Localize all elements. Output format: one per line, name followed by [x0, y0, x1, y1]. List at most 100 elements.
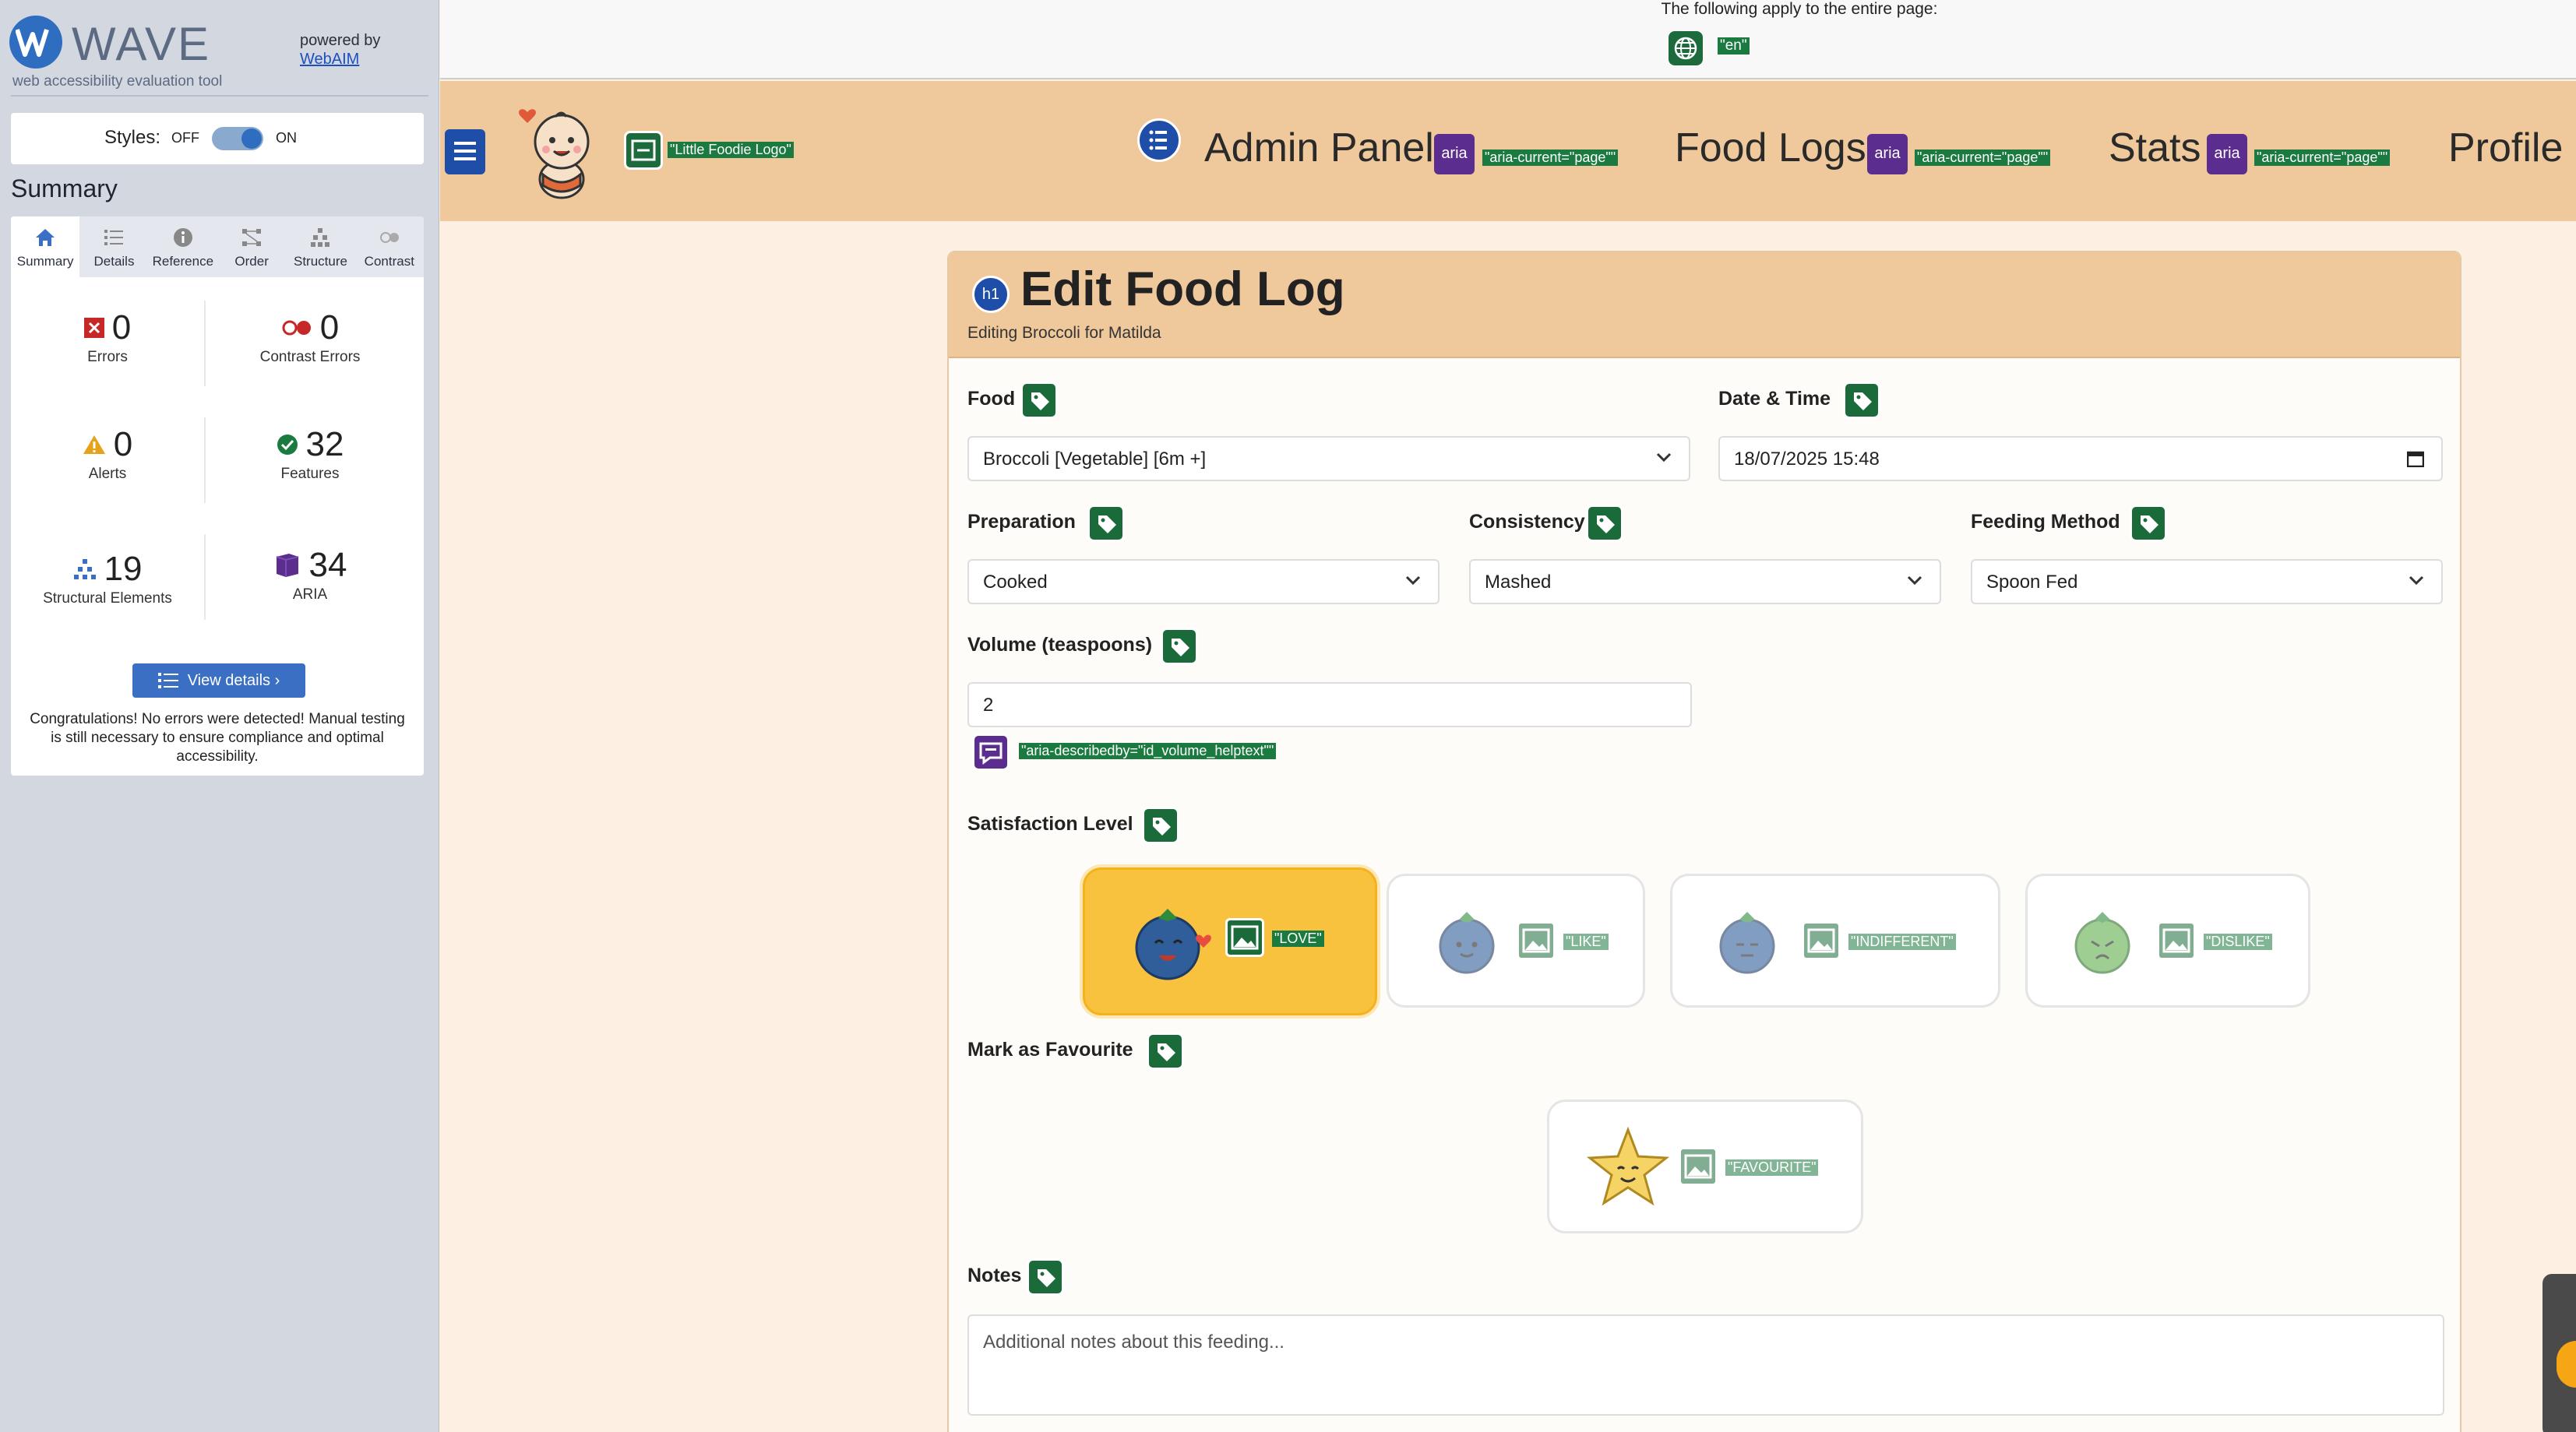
webaim-link[interactable]: WebAIM: [300, 51, 359, 68]
label-tag-icon: [2130, 505, 2167, 542]
home-icon: [36, 229, 55, 246]
datetime-input[interactable]: 18/07/2025 15:48: [1718, 436, 2443, 481]
food-select[interactable]: Broccoli [Vegetable] [6m +]: [967, 436, 1690, 481]
satisfaction-dislike-option[interactable]: "DISLIKE": [2025, 874, 2310, 1008]
tab-contrast[interactable]: Contrast: [355, 216, 424, 277]
divider: [204, 301, 206, 386]
tab-details[interactable]: Details: [79, 216, 148, 277]
favourite-label: Mark as Favourite: [967, 1039, 1133, 1061]
love-alt-tag: "LOVE": [1272, 931, 1324, 947]
satisfaction-label: Satisfaction Level: [967, 813, 1133, 835]
nav-link-food-logs[interactable]: Food Logs: [1675, 125, 1866, 171]
list-icon: [157, 673, 178, 688]
aria-icon: aria: [1867, 134, 1908, 174]
datetime-value: 18/07/2025 15:48: [1734, 449, 1880, 470]
page-level-text: The following apply to the entire page:: [1661, 0, 1938, 18]
consistency-select[interactable]: Mashed: [1469, 559, 1941, 604]
preparation-label: Preparation: [967, 511, 1076, 533]
tab-structure[interactable]: Structure: [286, 216, 354, 277]
label-tag-icon: [1027, 1258, 1064, 1296]
image-icon: [1679, 1147, 1718, 1186]
green-dislike-icon: [2074, 912, 2130, 974]
label-tag-icon: [1142, 807, 1179, 844]
indifferent-alt-tag: "INDIFFERENT": [1848, 934, 1956, 950]
styles-on-label: ON: [276, 130, 297, 146]
nav-link-admin-panel[interactable]: Admin Panel: [1204, 125, 1434, 171]
chevron-down-icon: [1405, 575, 1421, 586]
nav-link-stats[interactable]: Stats: [2109, 125, 2201, 171]
aria-current-tag: "aria-current="page"": [1482, 150, 1619, 166]
calendar-icon[interactable]: [2407, 450, 2424, 467]
stat-features[interactable]: 32 Features: [217, 425, 403, 483]
stat-alerts[interactable]: 0 Alerts: [14, 425, 201, 483]
contrast-icon: [379, 232, 399, 243]
favourite-toggle[interactable]: "FAVOURITE": [1547, 1100, 1863, 1233]
link-icon[interactable]: [624, 131, 663, 170]
stat-aria[interactable]: 34 ARIA: [217, 546, 403, 603]
info-icon: [173, 228, 192, 247]
preparation-select[interactable]: Cooked: [967, 559, 1440, 604]
structure-list-icon[interactable]: [445, 129, 485, 174]
wave-sidebar: WAVE web accessibility evaluation tool p…: [0, 0, 439, 1432]
notes-textarea[interactable]: Additional notes about this feeding...: [967, 1314, 2444, 1416]
aria-icon: aria: [1434, 134, 1475, 174]
powered-by: powered by WebAIM: [300, 31, 380, 69]
tab-summary[interactable]: Summary: [11, 216, 80, 277]
chevron-down-icon: [1656, 452, 1672, 463]
globe-icon[interactable]: [1669, 31, 1703, 65]
page-subtitle: Editing Broccoli for Matilda: [967, 324, 1161, 342]
powered-by-label: powered by: [300, 32, 381, 49]
summary-heading: Summary: [11, 174, 118, 202]
dislike-alt-tag: "DISLIKE": [2204, 934, 2272, 950]
divider: [204, 534, 206, 620]
label-tag-icon: [1147, 1033, 1184, 1070]
consistency-value: Mashed: [1485, 572, 1552, 593]
aria-describedby-tag: "aria-describedby="id_volume_helptext"": [1019, 743, 1277, 759]
volume-input[interactable]: 2: [967, 682, 1692, 727]
contrast-error-icon: [282, 320, 311, 336]
list-icon: [104, 230, 124, 245]
label-tag-icon: [1586, 505, 1623, 542]
blueberry-indifferent-icon: [1719, 912, 1775, 974]
datetime-label: Date & Time: [1718, 388, 1831, 410]
edit-food-log-card: h1 Edit Food Log Editing Broccoli for Ma…: [947, 251, 2461, 1432]
like-alt-tag: "LIKE": [1563, 934, 1609, 950]
notes-label: Notes: [967, 1265, 1022, 1286]
view-details-button[interactable]: View details ›: [132, 663, 305, 698]
baby-logo-icon[interactable]: [515, 104, 601, 201]
consistency-label: Consistency: [1469, 511, 1585, 533]
stat-errors[interactable]: 0 Errors: [14, 308, 201, 366]
card-header: h1 Edit Food Log Editing Broccoli for Ma…: [949, 252, 2460, 358]
tab-reference[interactable]: Reference: [149, 216, 217, 277]
nav-list-icon[interactable]: [1137, 118, 1181, 162]
feeding-method-select[interactable]: Spoon Fed: [1971, 559, 2443, 604]
stat-contrast-errors[interactable]: 0 Contrast Errors: [217, 308, 403, 366]
satisfaction-indifferent-option[interactable]: "INDIFFERENT": [1670, 874, 2000, 1008]
view-details-label: View details ›: [187, 671, 280, 689]
order-icon: [242, 229, 262, 246]
image-icon: [1802, 921, 1841, 960]
wave-subtitle: web accessibility evaluation tool: [12, 73, 223, 90]
satisfaction-love-option[interactable]: "LOVE": [1083, 867, 1377, 1015]
structure-icon: [311, 228, 330, 247]
image-icon: [1225, 918, 1264, 957]
styles-off-label: OFF: [171, 130, 199, 146]
aria-cube-icon: [276, 554, 298, 577]
styles-toggle[interactable]: [212, 127, 263, 150]
label-tag-icon: [1020, 382, 1058, 419]
food-select-value: Broccoli [Vegetable] [6m +]: [983, 449, 1207, 470]
satisfaction-like-option[interactable]: "LIKE": [1387, 874, 1645, 1008]
nav-link-profile[interactable]: Profile: [2448, 125, 2563, 171]
food-label: Food: [967, 388, 1016, 410]
stat-structural[interactable]: 19 Structural Elements: [14, 550, 201, 607]
feeding-method-label: Feeding Method: [1971, 511, 2120, 533]
h1-icon: h1: [972, 276, 1010, 313]
feeding-method-value: Spoon Fed: [1986, 572, 2078, 593]
logo-alt-tag: "Little Foodie Logo": [668, 142, 794, 158]
aria-current-tag: "aria-current="page"": [1915, 150, 2051, 166]
tab-order[interactable]: Order: [217, 216, 286, 277]
favourite-alt-tag: "FAVOURITE": [1725, 1159, 1819, 1176]
divider: [204, 417, 206, 503]
label-tag-icon: [1161, 628, 1198, 665]
volume-value: 2: [983, 695, 994, 716]
